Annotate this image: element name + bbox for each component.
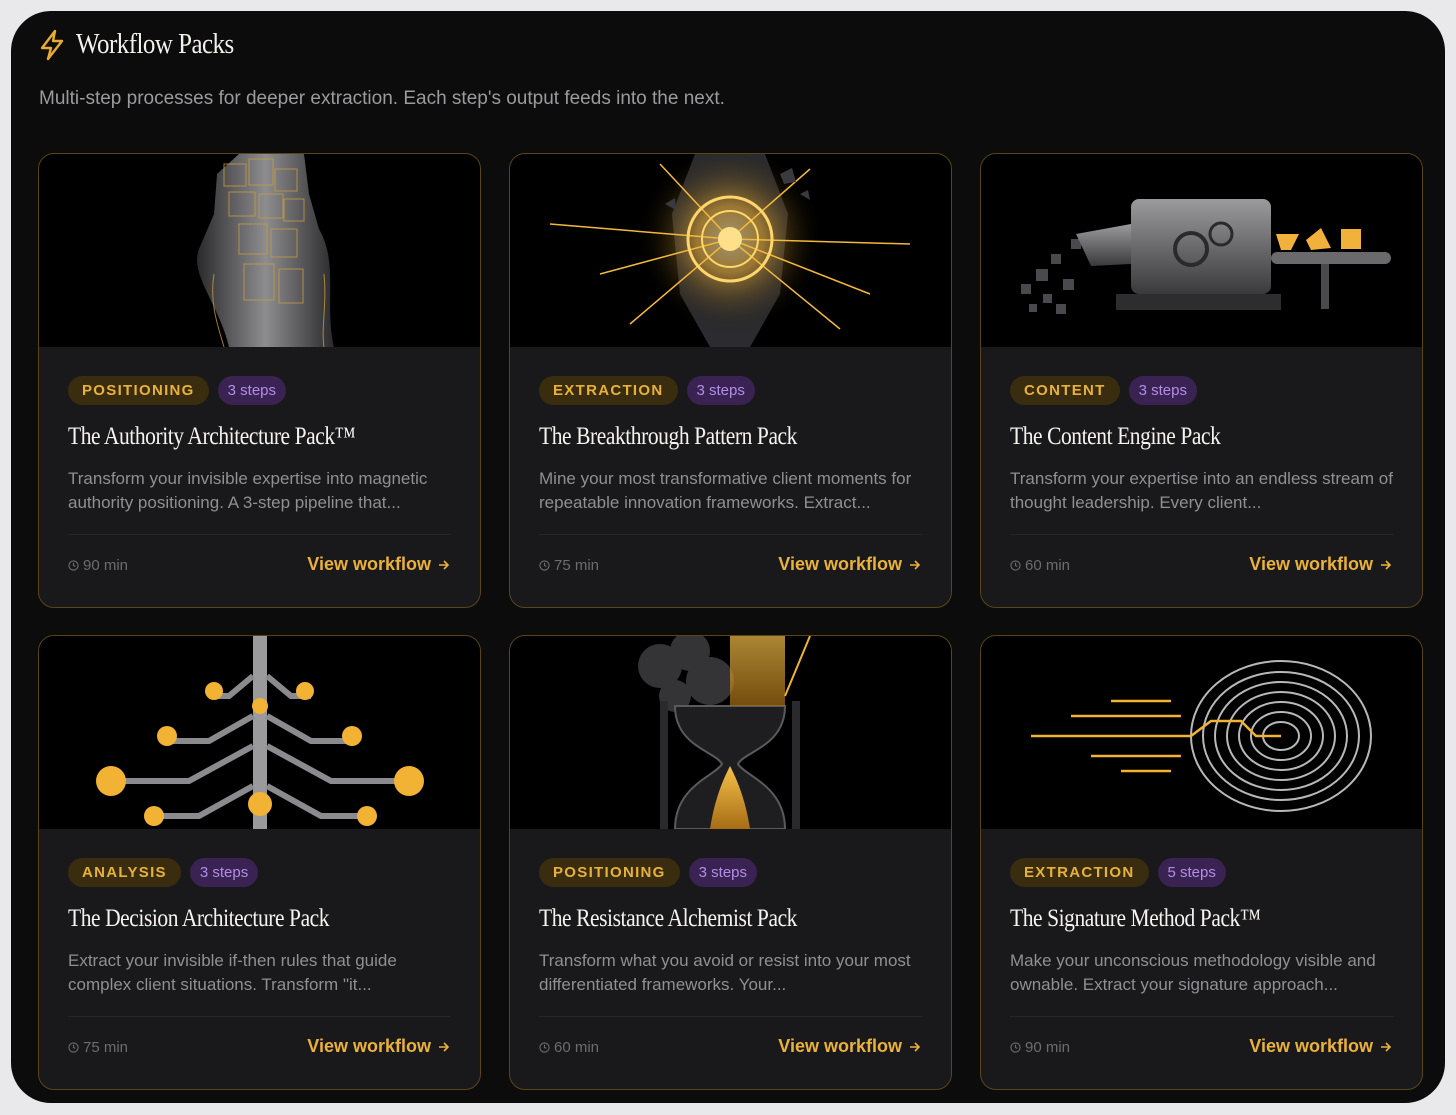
view-workflow-label: View workflow <box>1249 554 1373 574</box>
view-workflow-link[interactable]: View workflow <box>1249 1036 1392 1057</box>
clock-icon <box>68 560 79 571</box>
duration: 75 min <box>539 557 599 574</box>
card-badges: POSITIONING 3 steps <box>539 858 758 887</box>
card-title: The Authority Architecture Pack™ <box>68 423 356 450</box>
workflow-card[interactable]: EXTRACTION 3 steps The Breakthrough Patt… <box>509 153 952 608</box>
duration-text: 90 min <box>1025 1039 1071 1056</box>
decision-tree-circuit-image <box>39 636 480 829</box>
card-title: The Content Engine Pack <box>1010 423 1221 450</box>
card-description: Transform your invisible expertise into … <box>68 469 428 512</box>
view-workflow-link[interactable]: View workflow <box>1249 554 1392 575</box>
card-divider <box>1010 534 1393 535</box>
arrow-right-icon <box>910 559 921 570</box>
lightning-bolt-icon <box>40 29 64 60</box>
fingerprint-circuit-image <box>981 636 1422 829</box>
view-workflow-label: View workflow <box>307 554 431 574</box>
view-workflow-link[interactable]: View workflow <box>778 554 921 575</box>
steps-badge: 3 steps <box>688 858 758 887</box>
category-badge: EXTRACTION <box>1010 858 1149 887</box>
content-machine-image <box>981 154 1422 347</box>
arrow-right-icon <box>1381 1041 1392 1052</box>
arrow-right-icon <box>1381 559 1392 570</box>
card-divider <box>539 534 922 535</box>
duration: 75 min <box>68 1039 128 1056</box>
glowing-crystal-burst-image <box>510 154 951 347</box>
duration: 60 min <box>1010 557 1070 574</box>
steps-badge: 5 steps <box>1157 858 1226 887</box>
page-title: Workflow Packs <box>76 28 234 60</box>
duration: 90 min <box>68 557 128 574</box>
workflow-packs-panel: Workflow Packs Multi-step processes for … <box>11 11 1445 1103</box>
card-badges: EXTRACTION 5 steps <box>1010 858 1226 887</box>
card-divider <box>539 1016 922 1017</box>
duration-text: 60 min <box>1025 557 1071 574</box>
tower-of-cubes-image <box>39 154 480 347</box>
arrow-right-icon <box>439 1041 450 1052</box>
card-description: Transform what you avoid or resist into … <box>539 951 911 994</box>
duration: 60 min <box>539 1039 599 1056</box>
category-badge: POSITIONING <box>68 376 209 405</box>
steps-badge: 3 steps <box>1128 376 1197 405</box>
workflow-card[interactable]: EXTRACTION 5 steps The Signature Method … <box>980 635 1423 1090</box>
card-divider <box>68 534 451 535</box>
view-workflow-label: View workflow <box>307 1036 431 1056</box>
workflow-card[interactable]: POSITIONING 3 steps The Authority Archit… <box>38 153 481 608</box>
workflow-card[interactable]: ANALYSIS 3 steps The Decision Architectu… <box>38 635 481 1090</box>
duration-text: 60 min <box>554 1039 600 1056</box>
card-badges: EXTRACTION 3 steps <box>539 376 755 405</box>
clock-icon <box>539 1042 550 1053</box>
workflow-card[interactable]: CONTENT 3 steps The Content Engine Pack … <box>980 153 1423 608</box>
clock-icon <box>1010 560 1021 571</box>
steps-badge: 3 steps <box>686 376 755 405</box>
card-divider <box>68 1016 451 1017</box>
duration-text: 75 min <box>83 1039 129 1056</box>
card-description: Transform your expertise into an endless… <box>1010 469 1393 512</box>
category-badge: ANALYSIS <box>68 858 181 887</box>
clock-icon <box>68 1042 79 1053</box>
view-workflow-link[interactable]: View workflow <box>778 1036 921 1057</box>
card-divider <box>1010 1016 1393 1017</box>
card-title: The Signature Method Pack™ <box>1010 905 1261 932</box>
workflow-card[interactable]: POSITIONING 3 steps The Resistance Alche… <box>509 635 952 1090</box>
card-description: Mine your most transformative client mom… <box>539 469 912 512</box>
section-header: Workflow Packs <box>38 28 259 61</box>
hourglass-transformation-image <box>510 636 951 829</box>
view-workflow-label: View workflow <box>778 1036 902 1056</box>
card-badges: ANALYSIS 3 steps <box>68 858 259 887</box>
card-badges: POSITIONING 3 steps <box>68 376 287 405</box>
view-workflow-link[interactable]: View workflow <box>307 1036 450 1057</box>
card-badges: CONTENT 3 steps <box>1010 376 1197 405</box>
view-workflow-label: View workflow <box>1249 1036 1373 1056</box>
clock-icon <box>1010 1042 1021 1053</box>
card-description: Make your unconscious methodology visibl… <box>1010 951 1376 994</box>
category-badge: CONTENT <box>1010 376 1120 405</box>
duration-text: 90 min <box>83 557 129 574</box>
view-workflow-label: View workflow <box>778 554 902 574</box>
category-badge: POSITIONING <box>539 858 680 887</box>
category-badge: EXTRACTION <box>539 376 678 405</box>
view-workflow-link[interactable]: View workflow <box>307 554 450 575</box>
duration-text: 75 min <box>554 557 600 574</box>
duration: 90 min <box>1010 1039 1070 1056</box>
arrow-right-icon <box>439 559 450 570</box>
arrow-right-icon <box>910 1041 921 1052</box>
card-title: The Breakthrough Pattern Pack <box>539 423 797 450</box>
clock-icon <box>539 560 550 571</box>
steps-badge: 3 steps <box>217 376 287 405</box>
card-description: Extract your invisible if-then rules tha… <box>68 951 397 994</box>
card-title: The Resistance Alchemist Pack <box>539 905 798 932</box>
page-subtitle: Multi-step processes for deeper extracti… <box>39 88 725 109</box>
card-title: The Decision Architecture Pack <box>68 905 330 932</box>
steps-badge: 3 steps <box>189 858 259 887</box>
